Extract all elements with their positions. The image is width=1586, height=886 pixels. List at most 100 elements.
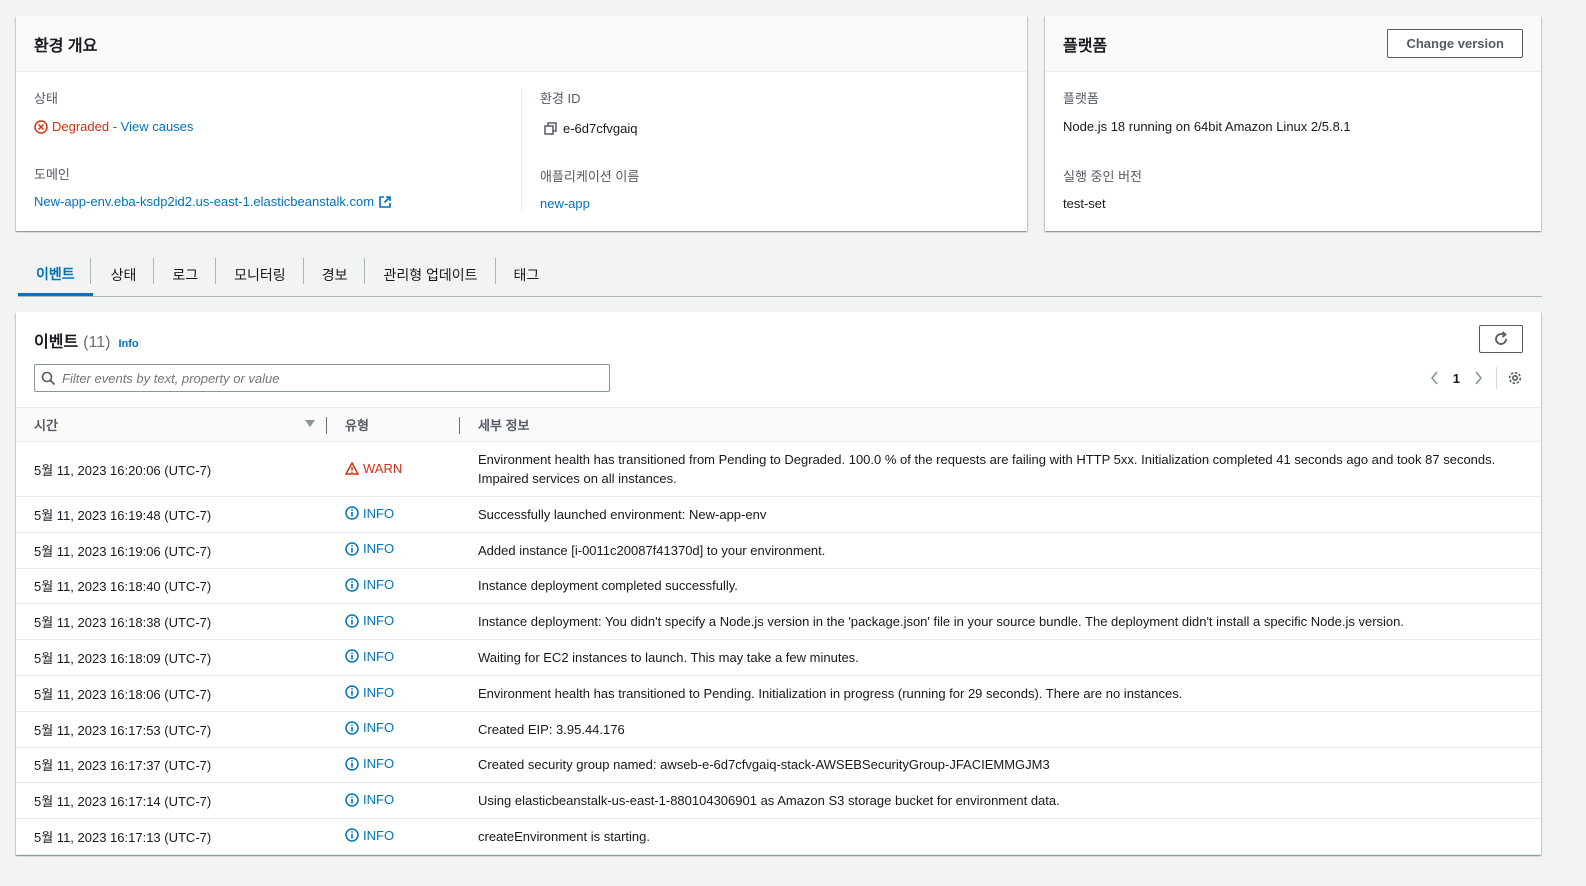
overview-header: 환경 개요 [16,16,1027,72]
table-header-row: 시간 유형 세부 정보 [16,407,1541,442]
settings-gear-icon[interactable] [1507,370,1523,386]
domain-label: 도메인 [34,167,70,182]
column-header-details-label: 세부 정보 [478,418,530,433]
event-time-cell: 5월 11, 2023 16:18:40 (UTC-7) [16,568,327,605]
event-details-cell: Environment health has transitioned from… [460,441,1541,497]
event-type: INFO [363,827,395,843]
event-time-cell: 5월 11, 2023 16:17:37 (UTC-7) [16,747,327,784]
env-id-value: e-6d7cfvgaiq [563,121,638,136]
event-type-badge: INFO [345,541,394,556]
search-icon [41,371,56,386]
tab-tags-label: 태그 [513,267,540,283]
running-version-label: 실행 중인 버전 [1063,169,1142,184]
event-type: INFO [363,505,395,521]
tab-managed-updates[interactable]: 관리형 업데이트 [365,254,496,296]
event-details-cell: Waiting for EC2 instances to launch. Thi… [460,639,1541,676]
event-type: WARN [363,460,403,476]
event-time-cell: 5월 11, 2023 16:17:14 (UTC-7) [16,782,327,820]
events-info-link[interactable]: Info [118,338,138,350]
tab-events[interactable]: 이벤트 [18,254,93,296]
event-type-cell: INFO [327,782,460,820]
platform-title: 플랫폼 [1063,37,1108,55]
tab-logs[interactable]: 로그 [154,254,217,296]
info-circle-icon [345,828,359,843]
event-time: 5월 11, 2023 16:18:38 (UTC-7) [34,615,212,631]
events-card: 이벤트 (11) Info 1 시간 [16,312,1541,855]
chevron-right-icon[interactable] [1468,371,1488,385]
event-type-badge: INFO [345,756,394,771]
events-table-body: 5월 11, 2023 16:20:06 (UTC-7) WARN Environm… [16,441,1541,855]
tab-managed-updates-label: 관리형 업데이트 [383,267,478,283]
event-details: Using elasticbeanstalk-us-east-1-8801043… [478,793,1060,809]
event-type: INFO [363,541,395,557]
event-details-cell: Using elasticbeanstalk-us-east-1-8801043… [460,782,1541,820]
env-id-label: 환경 ID [540,91,581,106]
event-time: 5월 11, 2023 16:17:53 (UTC-7) [34,722,212,738]
event-type-badge: INFO [345,792,394,807]
external-link-icon[interactable] [378,195,392,209]
events-title: 이벤트 [34,334,79,351]
column-header-time[interactable]: 시간 [16,407,327,442]
events-count: (11) [83,334,111,351]
table-row: 5월 11, 2023 16:17:13 (UTC-7) INFO createEn… [16,818,1541,855]
event-details-cell: createEnvironment is starting. [460,818,1541,855]
overview-divider [521,88,522,213]
sort-down-icon[interactable] [305,420,315,428]
event-type: INFO [363,720,395,736]
column-header-details[interactable]: 세부 정보 [460,407,1541,442]
event-time: 5월 11, 2023 16:18:06 (UTC-7) [34,686,212,702]
info-circle-icon [345,506,359,520]
event-type: INFO [363,684,395,700]
table-row: 5월 11, 2023 16:19:48 (UTC-7) INFO Successf… [16,496,1541,533]
overview-title: 환경 개요 [34,37,98,55]
event-time: 5월 11, 2023 16:20:06 (UTC-7) [34,462,212,478]
event-details: Instance deployment completed successful… [478,578,738,594]
event-time-cell: 5월 11, 2023 16:18:38 (UTC-7) [16,603,327,641]
tab-monitoring[interactable]: 모니터링 [216,254,304,296]
event-type-cell: INFO [327,711,460,748]
event-type-cell: INFO [327,568,460,605]
environment-overview-card: 환경 개요 상태 Degraded - View causes 도메인 New-… [16,16,1027,231]
table-row: 5월 11, 2023 16:18:40 (UTC-7) INFO Instance… [16,568,1541,605]
event-type: INFO [363,577,395,593]
event-time: 5월 11, 2023 16:18:40 (UTC-7) [34,579,212,595]
info-circle-icon [345,792,359,807]
warning-triangle-icon [345,461,359,475]
event-type-cell: INFO [327,639,460,676]
table-row: 5월 11, 2023 16:18:06 (UTC-7) INFO Environm… [16,675,1541,712]
filter-events-input[interactable] [62,370,582,386]
event-type-badge: INFO [345,828,394,843]
table-row: 5월 11, 2023 16:17:53 (UTC-7) INFO Created … [16,711,1541,748]
tab-tags[interactable]: 태그 [496,254,558,296]
event-details-cell: Successfully launched environment: New-a… [460,496,1541,533]
tab-health[interactable]: 상태 [93,254,155,296]
event-details: Environment health has transitioned from… [478,452,1496,467]
table-row: 5월 11, 2023 16:17:37 (UTC-7) INFO Created … [16,747,1541,784]
platform-value: Node.js 18 running on 64bit Amazon Linux… [1063,119,1351,134]
info-circle-icon [345,721,359,735]
app-name-link[interactable]: new-app [540,196,590,211]
page-number[interactable]: 1 [1453,371,1460,386]
event-details-cell: Created security group named: awseb-e-6d… [460,747,1541,784]
event-time-cell: 5월 11, 2023 16:18:06 (UTC-7) [16,675,327,712]
event-type-badge: INFO [345,613,394,628]
info-circle-icon [345,542,359,556]
filter-box [34,364,610,392]
platform-label: 플랫폼 [1063,91,1099,106]
table-row: 5월 11, 2023 16:18:38 (UTC-7) INFO Instance… [16,603,1541,641]
tab-alarms[interactable]: 경보 [304,254,366,296]
refresh-button[interactable] [1479,325,1523,353]
event-time: 5월 11, 2023 16:17:14 (UTC-7) [34,794,212,810]
event-details: Waiting for EC2 instances to launch. Thi… [478,650,859,666]
change-version-button[interactable]: Change version [1387,29,1523,58]
column-header-type[interactable]: 유형 [327,407,460,442]
chevron-left-icon[interactable] [1425,371,1445,385]
view-causes-link[interactable]: View causes [121,119,194,134]
table-row: 5월 11, 2023 16:17:14 (UTC-7) INFO Using el… [16,782,1541,820]
event-time-cell: 5월 11, 2023 16:20:06 (UTC-7) [16,441,327,497]
event-details: Created security group named: awseb-e-6d… [478,757,1050,773]
domain-link[interactable]: New-app-env.eba-ksdp2id2.us-east-1.elast… [34,194,374,209]
copy-icon[interactable] [544,122,557,135]
column-header-time-label: 시간 [34,418,58,433]
info-circle-icon [345,649,359,664]
